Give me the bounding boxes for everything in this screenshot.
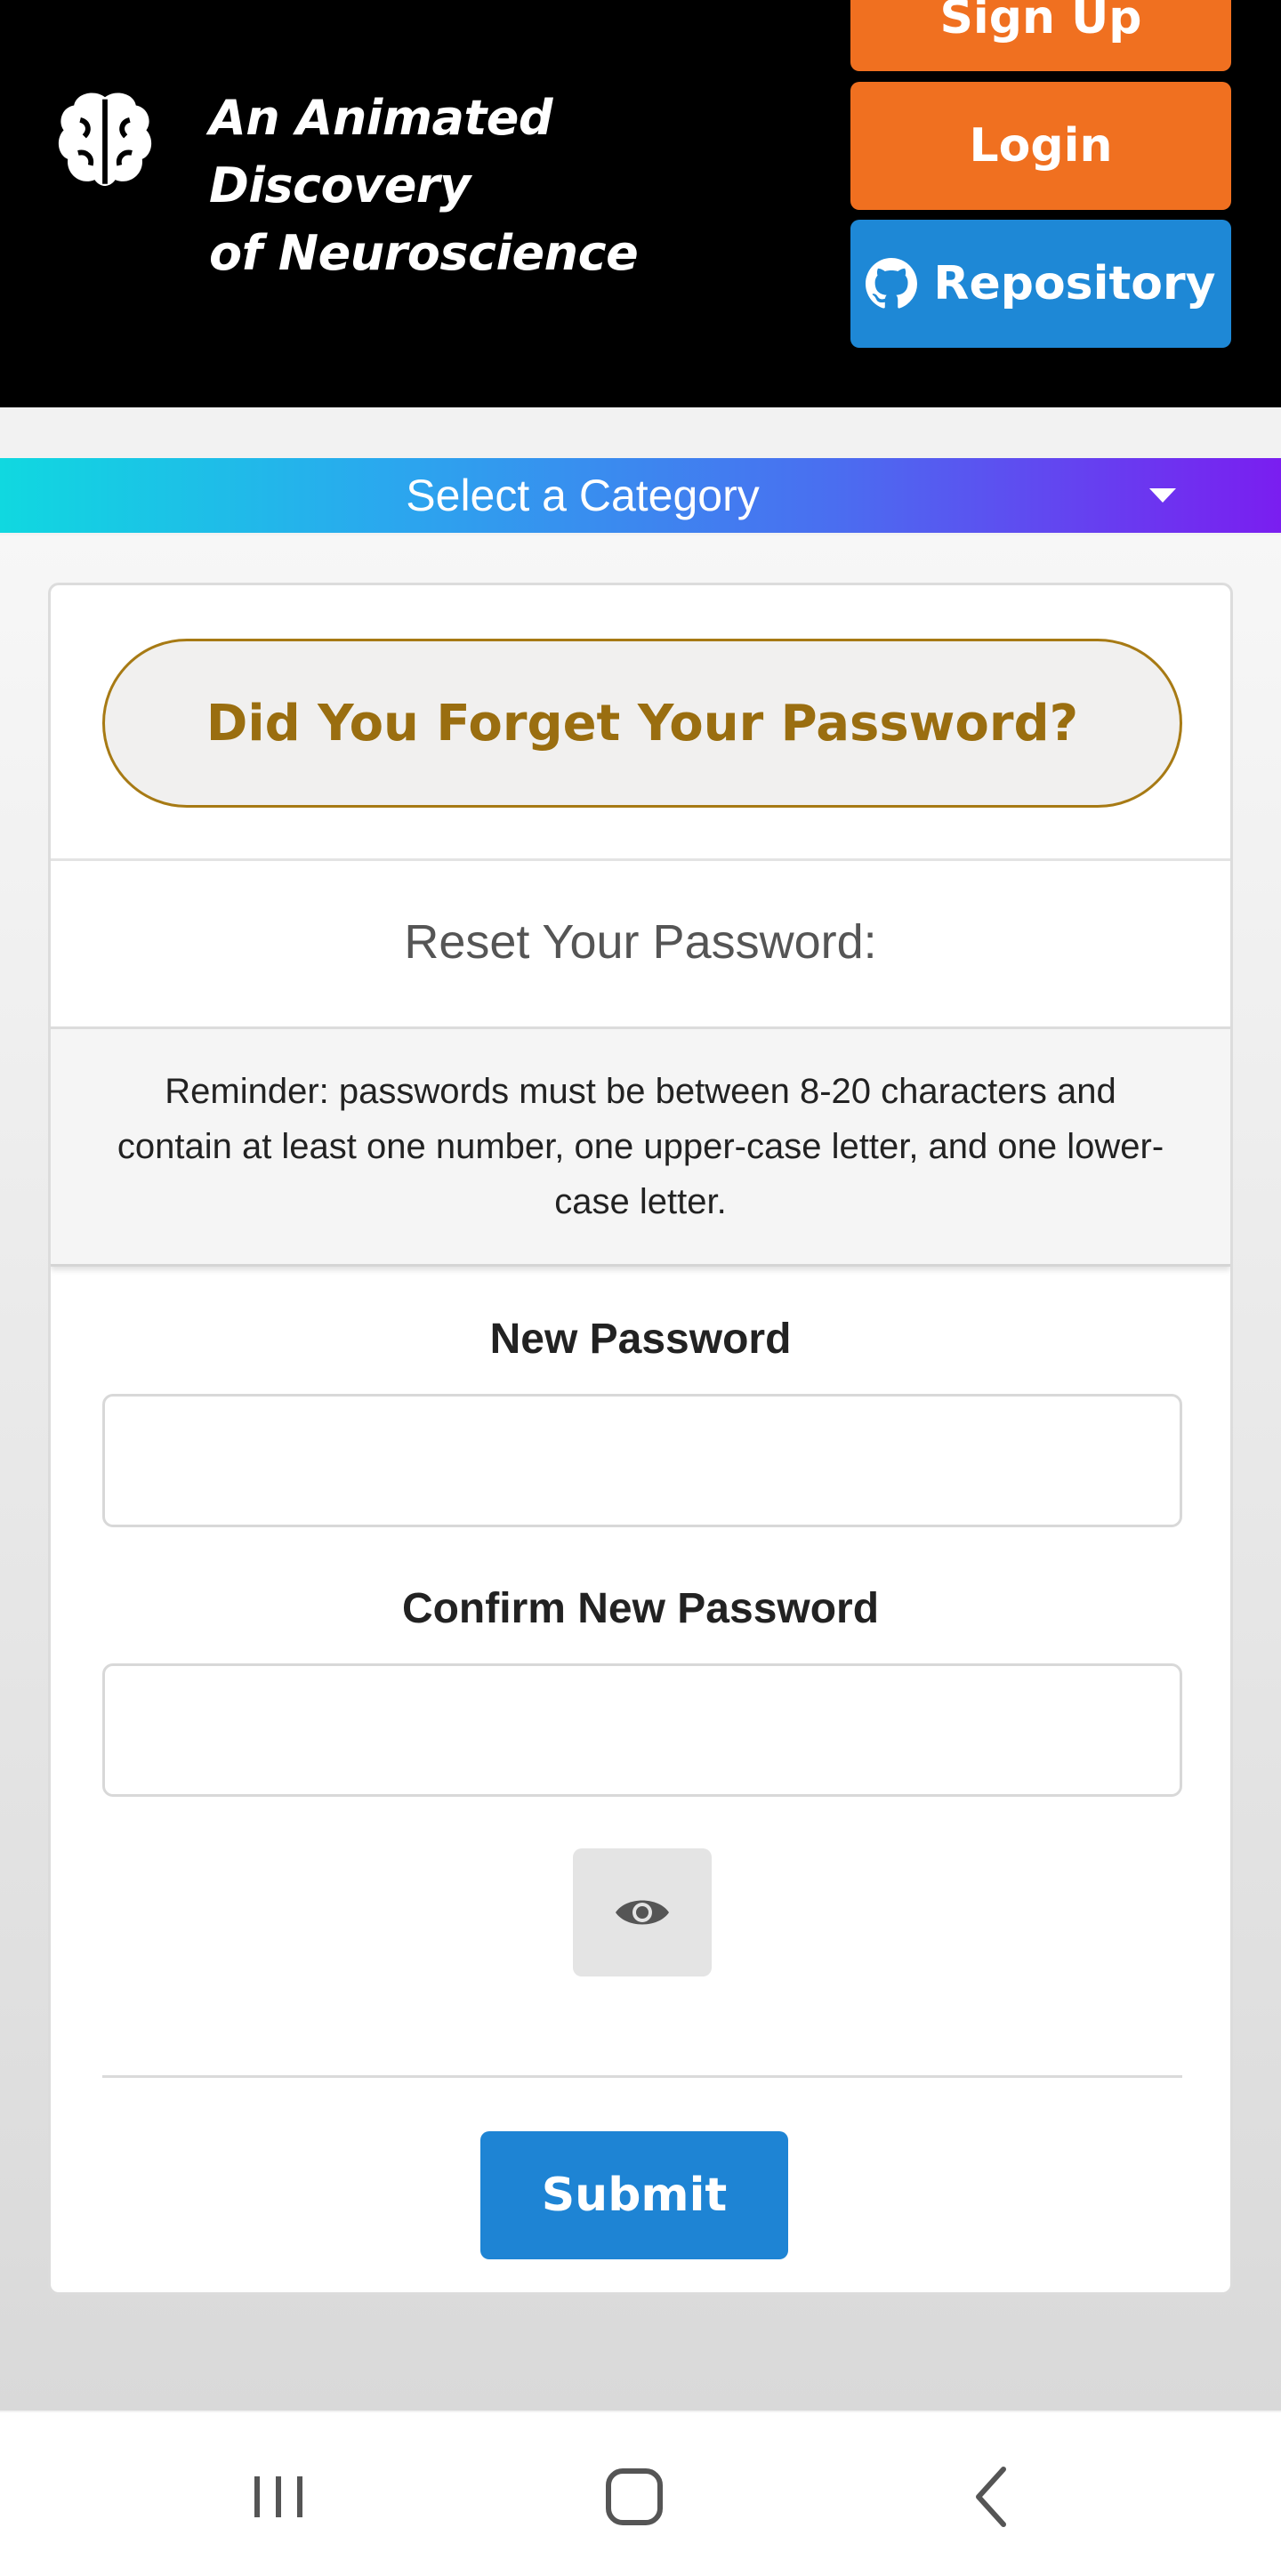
caret-down-icon [1149, 488, 1176, 503]
divider [51, 858, 1230, 861]
category-label: Select a Category [406, 471, 760, 520]
repository-button[interactable]: Repository [850, 220, 1231, 348]
eye-icon [616, 1900, 669, 1925]
confirm-password-label: Confirm New Password [401, 1585, 880, 1632]
home-icon[interactable] [594, 2457, 674, 2537]
reset-password-title: Reset Your Password: [404, 915, 877, 969]
new-password-input[interactable] [102, 1394, 1182, 1527]
site-title-line2: of Neuroscience [209, 225, 639, 281]
site-title-line1: An Animated Discovery [209, 90, 553, 213]
show-password-toggle[interactable] [573, 1848, 712, 1976]
reset-password-card: Did You Forget Your Password? Reset Your… [48, 583, 1233, 2295]
reminder-text: Reminder: passwords must be between 8-20… [117, 1072, 1164, 1221]
category-select[interactable]: Select a Category [0, 458, 1281, 533]
github-icon [866, 258, 918, 309]
submit-button[interactable]: Submit [480, 2131, 788, 2259]
brain-icon[interactable] [53, 89, 157, 192]
back-icon[interactable] [952, 2457, 1032, 2537]
login-label: Login [969, 119, 1113, 173]
login-button[interactable]: Login [850, 82, 1231, 210]
signup-button[interactable]: Sign Up [850, 0, 1231, 71]
forgot-password-heading: Did You Forget Your Password? [102, 639, 1182, 808]
forgot-password-text: Did You Forget Your Password? [205, 694, 1079, 753]
signup-label: Sign Up [939, 0, 1142, 44]
password-reminder: Reminder: passwords must be between 8-20… [51, 1026, 1230, 1267]
recents-icon[interactable] [238, 2457, 318, 2537]
repository-label: Repository [933, 257, 1216, 310]
site-header: An Animated Discovery of Neuroscience Si… [0, 0, 1281, 407]
site-title: An Animated Discovery of Neuroscience [209, 85, 761, 287]
submit-label: Submit [541, 2169, 728, 2222]
confirm-password-input[interactable] [102, 1663, 1182, 1797]
new-password-label: New Password [489, 1316, 792, 1363]
system-nav-bar [0, 2412, 1281, 2576]
divider [102, 2075, 1182, 2078]
